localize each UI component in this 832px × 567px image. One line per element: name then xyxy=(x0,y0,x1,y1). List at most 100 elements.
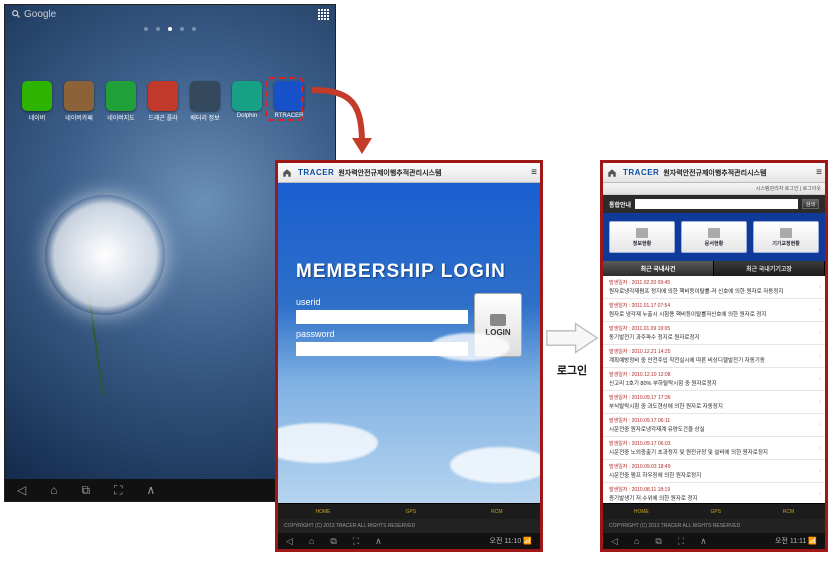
news-title: 시운전중 원자로냉각재계 유량도건을 상실 xyxy=(609,425,819,433)
wallpaper-dandelion xyxy=(15,175,235,395)
dash-copyright: COPYRIGHT (C) 2013 TRACER ALL RIGHTS RES… xyxy=(609,523,740,529)
news-date: 발생일자 : 2010.09.17 06:03 xyxy=(609,440,819,447)
footer-rcm[interactable]: RCM xyxy=(491,509,502,515)
chevron-right-icon: › xyxy=(819,445,821,452)
news-item[interactable]: 발생일자 : 2011.01.09 19:05동기발전기 과주파수 정지로 원자… xyxy=(603,322,825,345)
app-icon-dolphin[interactable]: Dolphin xyxy=(229,81,265,123)
back-icon[interactable]: ◁ xyxy=(286,536,293,547)
home-icon[interactable]: ⌂ xyxy=(50,483,57,497)
dash-header: TRACER 원자력안전규제이행추적관리시스템 ≡ xyxy=(603,163,825,183)
search-button[interactable]: 검색 xyxy=(802,199,819,209)
news-date: 발생일자 : 2011.01.09 19:05 xyxy=(609,325,819,332)
search-label: 통합안내 xyxy=(609,200,631,209)
chevron-right-icon: › xyxy=(819,376,821,383)
dash-card[interactable]: 기기교정현황 xyxy=(753,221,819,253)
news-item[interactable]: 발생일자 : 2010.09.17 06:11시운전중 원자로냉각재계 유량도건… xyxy=(603,414,825,437)
login-heading: MEMBERSHIP LOGIN xyxy=(296,261,522,283)
dragon-tile xyxy=(148,81,178,111)
up-icon[interactable]: ∧ xyxy=(700,536,707,547)
recent-icon[interactable]: ⧉ xyxy=(330,536,336,547)
dash-tab[interactable]: 최근 국내기기고장 xyxy=(714,261,825,276)
app-label: 드래곤 플라 xyxy=(148,113,177,122)
chevron-right-icon: › xyxy=(819,399,821,406)
recent-icon[interactable]: ⧉ xyxy=(81,483,90,498)
login-copyright: COPYRIGHT (C) 2013 TRACER ALL RIGHTS RES… xyxy=(284,523,415,529)
up-icon[interactable]: ∧ xyxy=(146,483,155,497)
app-label: 배터리 정보 xyxy=(190,113,219,122)
screenshot-icon[interactable]: ⛶ xyxy=(678,536,684,547)
chevron-right-icon: › xyxy=(819,468,821,475)
news-item[interactable]: 발생일자 : 2010.08.11 18:19증기발생기 저 수위에 의한 원자… xyxy=(603,483,825,503)
dash-tabs: 최근 국내사건최근 국내기기고장 xyxy=(603,261,825,276)
home-icon[interactable]: ⌂ xyxy=(634,536,639,546)
dash-body: 시스템관리자 로그인 | 로그아웃 통합안내 검색 정보현황문서현황기기교정현황… xyxy=(603,183,825,503)
chevron-right-icon: › xyxy=(819,422,821,429)
search-input[interactable] xyxy=(635,199,798,209)
news-item[interactable]: 발생일자 : 2010.12.10 12:08신고리 1호기 80% 부하탈락시… xyxy=(603,368,825,391)
news-date: 발생일자 : 2010.09.17 17:36 xyxy=(609,394,819,401)
app-icon-dragon[interactable]: 드래곤 플라 xyxy=(145,81,181,123)
news-item[interactable]: 발생일자 : 2010.09.17 17:36부식탈락시험 중 과도현상에 의한… xyxy=(603,391,825,414)
app-icon-batt[interactable]: 배터리 정보 xyxy=(187,81,223,123)
news-date: 발생일자 : 2010.09.17 06:11 xyxy=(609,417,819,424)
footer-home[interactable]: HOME xyxy=(316,509,331,515)
search-icon xyxy=(11,9,21,19)
apps-drawer-icon[interactable] xyxy=(318,9,329,20)
back-icon[interactable]: ◁ xyxy=(17,483,26,497)
chevron-right-icon: › xyxy=(819,330,821,337)
back-icon[interactable]: ◁ xyxy=(611,536,618,547)
home-icon[interactable] xyxy=(607,168,617,178)
footer-home[interactable]: HOME xyxy=(634,509,649,515)
dash-card[interactable]: 정보현황 xyxy=(609,221,675,253)
login-header-title: 원자력안전규제이행추적관리시스템 xyxy=(338,168,441,178)
news-date: 발생일자 : 2010.12.10 12:08 xyxy=(609,371,819,378)
dash-footer-links: HOME GPS RCM xyxy=(603,503,825,519)
home-icon[interactable]: ⌂ xyxy=(309,536,314,546)
up-icon[interactable]: ∧ xyxy=(375,536,382,547)
login-panel: TRACER 원자력안전규제이행추적관리시스템 ≡ MEMBERSHIP LOG… xyxy=(275,160,543,552)
app-icon-naver[interactable]: 네이버 xyxy=(19,81,55,123)
news-date: 발생일자 : 2011.02.20 09:45 xyxy=(609,279,819,286)
footer-rcm[interactable]: RCM xyxy=(783,509,794,515)
tracer-logo: TRACER xyxy=(298,168,334,177)
login-clock: 오전 11:10 📶 xyxy=(490,536,533,546)
news-item[interactable]: 발생일자 : 2010.12.21 14:25계획예방정비 중 안전주입 작전실… xyxy=(603,345,825,368)
menu-icon[interactable]: ≡ xyxy=(531,167,536,178)
dash-tab[interactable]: 최근 국내사건 xyxy=(603,261,714,276)
screenshot-icon[interactable]: ⛶ xyxy=(114,483,122,498)
app-icon-cafe[interactable]: 네이버카페 xyxy=(61,81,97,123)
home-icon[interactable] xyxy=(282,168,292,178)
card-icon xyxy=(708,228,720,238)
batt-tile xyxy=(190,81,220,111)
login-footer-links: HOME GPS RCM xyxy=(278,503,540,519)
app-label: RTRACER xyxy=(275,113,304,119)
key-icon xyxy=(490,314,506,326)
news-title: 계획예방정비 중 안전주입 작전실시에 따른 비상디젤발전기 자동기동 xyxy=(609,356,819,364)
news-item[interactable]: 발생일자 : 2010.09.17 06:03시운전중 노외중출기 초과정지 및… xyxy=(603,437,825,460)
news-date: 발생일자 : 2010.09.03 18:49 xyxy=(609,463,819,470)
news-item[interactable]: 발생일자 : 2011.01.17 07:54원자로 냉각재 누출시 시험용 핵… xyxy=(603,299,825,322)
screenshot-icon[interactable]: ⛶ xyxy=(353,536,359,547)
userid-input[interactable] xyxy=(296,310,468,324)
card-label: 정보현황 xyxy=(633,240,651,247)
recent-icon[interactable]: ⧉ xyxy=(655,536,661,547)
card-icon xyxy=(636,228,648,238)
dash-card[interactable]: 문서현황 xyxy=(681,221,747,253)
dash-search-bar: 통합안내 검색 xyxy=(603,195,825,213)
google-search-widget[interactable]: Google xyxy=(11,9,56,20)
app-label: 네이버 xyxy=(29,113,46,122)
news-title: 시운전중 펌프 하우징에 의한 원자로정지 xyxy=(609,471,819,479)
map-tile xyxy=(106,81,136,111)
dash-logout-link[interactable]: 로그아웃 xyxy=(803,185,821,192)
news-date: 발생일자 : 2010.08.11 18:19 xyxy=(609,486,819,493)
news-item[interactable]: 발생일자 : 2010.09.03 18:49시운전중 펌프 하우징에 의한 원… xyxy=(603,460,825,483)
app-icon-map[interactable]: 네이버지도 xyxy=(103,81,139,123)
news-date: 발생일자 : 2010.12.21 14:25 xyxy=(609,348,819,355)
footer-gps[interactable]: GPS xyxy=(406,509,417,515)
dash-header-title: 원자력안전규제이행추적관리시스템 xyxy=(663,168,766,178)
footer-gps[interactable]: GPS xyxy=(711,509,722,515)
menu-icon[interactable]: ≡ xyxy=(816,167,821,178)
login-android-nav: ◁ ⌂ ⧉ ⛶ ∧ 오전 11:10 📶 xyxy=(278,533,540,549)
news-title: 부식탈락시험 중 과도현상에 의한 원자로 자동정지 xyxy=(609,402,819,410)
news-item[interactable]: 발생일자 : 2011.02.20 09:45원자로냉각재펌프 정지에 의한 핵… xyxy=(603,276,825,299)
